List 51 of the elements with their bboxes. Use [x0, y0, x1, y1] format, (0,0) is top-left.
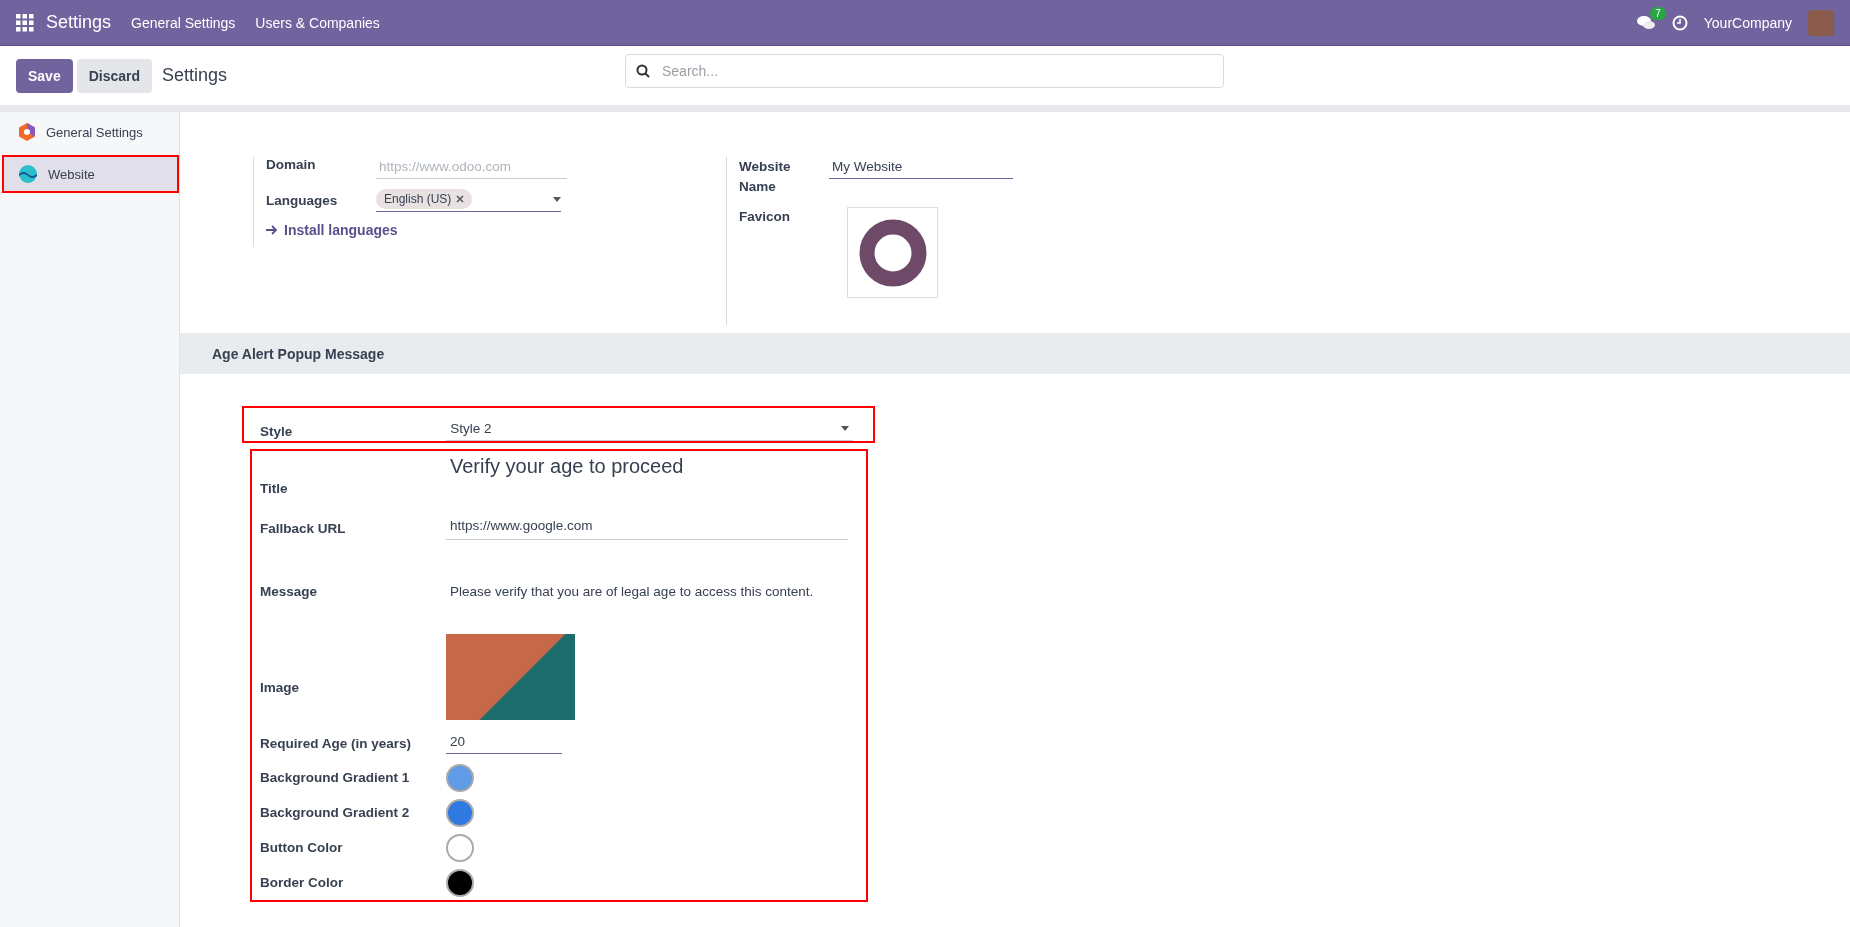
menu-item[interactable]: Users & Companies: [255, 14, 380, 31]
field-label: Fallback URL: [260, 519, 347, 538]
field-label: Message: [260, 582, 319, 601]
field-label: Languages: [266, 192, 339, 208]
company-switcher[interactable]: YourCompany: [1703, 14, 1792, 31]
sidebar-item[interactable]: Website: [2, 155, 179, 193]
age-field[interactable]: 20: [446, 732, 562, 754]
arrow-icon: [266, 225, 278, 235]
message-field[interactable]: Please verify that you are of legal age to access this content.: [446, 579, 834, 603]
field-label: Background Gradient 1: [260, 769, 411, 787]
url-field[interactable]: https://www.google.com: [446, 516, 848, 540]
field-label: Website Name: [739, 158, 792, 196]
menu-item[interactable]: General Settings: [131, 14, 236, 31]
chat-icon[interactable]: [1635, 14, 1656, 31]
field-label: Border Color: [260, 874, 345, 892]
install-languages-link[interactable]: Install languages: [266, 222, 726, 238]
field-label: Background Gradient 2: [260, 804, 411, 822]
field-label: Favicon: [739, 208, 791, 226]
close-icon[interactable]: [456, 195, 465, 203]
apps-grid-icon[interactable]: [16, 13, 34, 32]
language-tag[interactable]: English (US): [376, 189, 473, 209]
field-label: Button Color: [260, 839, 344, 857]
search-icon: [636, 64, 650, 78]
sidebar-item[interactable]: General Settings: [2, 112, 179, 152]
field-label: Title: [260, 480, 289, 498]
color-swatch[interactable]: [446, 868, 474, 897]
caret-icon: [841, 426, 849, 431]
color-swatch[interactable]: [446, 833, 474, 862]
favicon-image[interactable]: [847, 207, 938, 298]
hexagon-logo-icon: [18, 122, 36, 142]
ring-icon: [857, 217, 928, 288]
field-label: Required Age (in years): [260, 734, 413, 753]
clock-icon[interactable]: [1671, 14, 1688, 31]
section-header: Age Alert Popup Message: [180, 333, 1850, 374]
breadcrumb: Settings: [162, 65, 228, 86]
caret-icon: [553, 196, 561, 202]
languages-field[interactable]: English (US): [376, 189, 561, 212]
title-field[interactable]: Verify your age to proceed: [446, 451, 688, 482]
color-swatch[interactable]: [446, 798, 474, 827]
search-field[interactable]: Search...: [625, 54, 1224, 88]
color-swatch[interactable]: [446, 763, 474, 792]
notification-badge: 7: [1650, 6, 1666, 20]
save-button[interactable]: Save: [16, 58, 73, 93]
app-title[interactable]: Settings: [46, 12, 112, 33]
field-label: Image: [260, 678, 301, 697]
style-dropdown[interactable]: Style 2: [446, 421, 853, 441]
website-name-field[interactable]: My Website: [829, 157, 1013, 179]
field-label: Style: [260, 424, 294, 441]
discard-button[interactable]: Discard: [76, 58, 153, 93]
wave-logo-icon: [18, 164, 38, 184]
field-label: Domain: [266, 157, 317, 172]
